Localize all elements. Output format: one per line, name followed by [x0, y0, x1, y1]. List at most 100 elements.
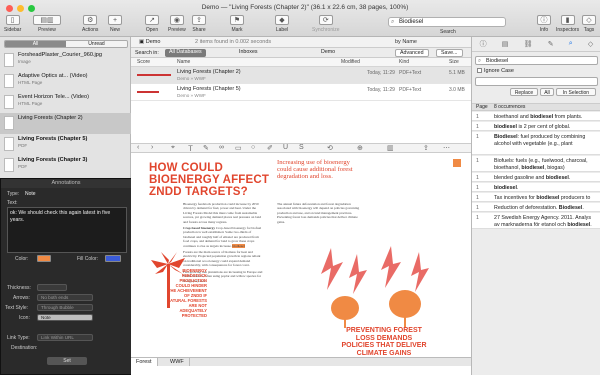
- share-icon[interactable]: ⇪: [423, 144, 429, 152]
- sidebar-item-selected[interactable]: Living Forests (Chapter 2): [0, 113, 131, 134]
- tab-forest[interactable]: Forest: [131, 358, 158, 366]
- thickness-label: Thickness:: [7, 285, 31, 291]
- col-name[interactable]: Name: [177, 58, 190, 67]
- search-icon: ⌕: [391, 19, 395, 25]
- inspectors-toolbar-button[interactable]: ▮ Inspectors: [556, 15, 579, 33]
- highlight-tool-icon[interactable]: ✎: [203, 144, 209, 152]
- col-score[interactable]: Score: [137, 58, 150, 67]
- text-style-select[interactable]: Through Bubble: [37, 304, 93, 311]
- mark-toolbar-button[interactable]: ⚑ Mark: [230, 15, 244, 33]
- scope-inboxes[interactable]: Inboxes: [235, 49, 262, 57]
- actions-toolbar-button[interactable]: ⚙ Actions: [82, 15, 98, 33]
- back-icon[interactable]: ‹: [137, 144, 139, 151]
- zoom-window-button[interactable]: [28, 5, 35, 12]
- tags-tab-icon[interactable]: ◇: [588, 40, 593, 48]
- new-toolbar-button[interactable]: + New: [108, 15, 122, 33]
- inspector-tabs: ⓘ ▤ ⛓ ✎ ⌕ ◇: [472, 37, 600, 52]
- sidebar-item[interactable]: Adaptive Optics at... (Video) HTML Page: [0, 71, 131, 92]
- result-snippet: Biofuels: fuels (e.g., fuelwood, charcoa…: [494, 158, 588, 171]
- text-tool-icon[interactable]: Ｔ: [187, 144, 194, 154]
- icon-select[interactable]: Note: [37, 314, 93, 321]
- preview-toolbar-button[interactable]: ▤▥ Preview: [33, 15, 61, 33]
- toolbar: Demo — "Living Forests (Chapter 2)" (36.…: [0, 0, 600, 37]
- search-result-item[interactable]: 1 27 Swedish Energy Agency. 2011. Analys …: [472, 213, 600, 229]
- save-search-button[interactable]: Save...: [436, 49, 463, 57]
- replace-button[interactable]: Replace: [510, 88, 538, 96]
- color-swatch[interactable]: [37, 255, 51, 262]
- links-tab-icon[interactable]: ⛓: [524, 40, 533, 48]
- info-toolbar-button[interactable]: ⓘ Info: [537, 15, 551, 33]
- search-result-item[interactable]: 1 blended gasoline and biodiesel.: [472, 173, 600, 182]
- find-input[interactable]: ⌕ Biodiesel: [475, 56, 598, 65]
- replace-input[interactable]: [475, 77, 598, 86]
- link-type-select[interactable]: Link Within URL: [37, 334, 93, 341]
- ignore-case-checkbox[interactable]: Ignore Case: [477, 68, 514, 75]
- thickness-field[interactable]: [37, 284, 67, 291]
- preview-doc-button[interactable]: ◉ Preview: [168, 15, 186, 33]
- col-kind[interactable]: Kind: [399, 58, 409, 67]
- highlight-annotation[interactable]: biodiesel: [232, 243, 245, 248]
- note-tool-icon[interactable]: ▭: [235, 144, 242, 152]
- col-modified[interactable]: Modified: [341, 58, 360, 67]
- search-result-item[interactable]: 1 Biofuels: fuels (e.g., fuelwood, charco…: [472, 156, 600, 172]
- scope-demo[interactable]: Demo: [317, 49, 339, 57]
- search-result-item[interactable]: 1 Tax incentives for biodiesel producers …: [472, 193, 600, 202]
- search-result-item[interactable]: 1 biodiesel is 2 per cent of global.: [472, 122, 600, 131]
- document-tab-icon[interactable]: ▤: [502, 40, 509, 48]
- selection-tool-icon[interactable]: ⌖: [171, 144, 175, 152]
- share-toolbar-button[interactable]: ⇪ Share: [192, 15, 206, 33]
- advanced-button[interactable]: Advanced: [395, 49, 429, 57]
- toolbar-search-input[interactable]: ⌕ Biodiesel: [388, 17, 506, 27]
- zoom-icon[interactable]: ⊕: [357, 144, 363, 152]
- rotate-icon[interactable]: ⟲: [327, 144, 333, 152]
- label-toolbar-button[interactable]: ◆ Label: [275, 15, 289, 33]
- search-result-item[interactable]: 1 bioethanol and biodiesel from plants.: [472, 112, 600, 121]
- arrows-select[interactable]: No both ends: [37, 294, 93, 301]
- minimize-window-button[interactable]: [17, 5, 24, 12]
- big-pull-quote: PREVENTING FOREST LOSS DEMANDS POLICIES …: [341, 327, 427, 357]
- segment-all[interactable]: All: [5, 41, 66, 47]
- sidebar-item[interactable]: ForsheadPlaster_Courier_960.jpg Image: [0, 50, 131, 71]
- annotation-note-icon[interactable]: [453, 159, 461, 167]
- link-tool-icon[interactable]: ∞: [219, 144, 224, 151]
- tab-wwf[interactable]: WWF: [165, 358, 190, 366]
- open-toolbar-button[interactable]: ↗ Open: [145, 15, 159, 33]
- close-window-button[interactable]: [6, 5, 13, 12]
- synchronize-toolbar-button[interactable]: ⟳ Synchronize: [312, 15, 340, 33]
- search-result-item[interactable]: 1 Biodiesel: fuel produced by combining a…: [472, 132, 600, 155]
- table-row[interactable]: Living Forests (Chapter 2) Demo » WWF To…: [131, 67, 471, 84]
- tags-toolbar-button[interactable]: ◇ Tags: [582, 15, 596, 33]
- sidebar-toolbar-button[interactable]: ▯ Sidebar: [4, 15, 21, 33]
- more-icon[interactable]: ⋯: [443, 144, 450, 152]
- set-button[interactable]: Set: [47, 357, 87, 365]
- annotations-tab-icon[interactable]: ✎: [548, 40, 554, 48]
- annotation-text-field[interactable]: ok: We should check this again latest in…: [7, 207, 127, 253]
- tag-icon: ◇: [582, 15, 596, 25]
- search-result-item[interactable]: 1 Reduction of deforestation. Biodiesel.: [472, 203, 600, 212]
- page-layout-icon[interactable]: ▥: [387, 144, 394, 152]
- replace-in-selection-button[interactable]: In Selection: [556, 88, 596, 96]
- ink-tool-icon[interactable]: ✐: [267, 144, 273, 152]
- shape-tool-icon[interactable]: ○: [251, 144, 255, 151]
- col-size[interactable]: Size: [449, 58, 459, 67]
- path-label[interactable]: Demo: [146, 39, 161, 45]
- result-snippet: Tax incentives for biodiesel producers t…: [494, 195, 591, 201]
- fill-color-swatch[interactable]: [105, 255, 121, 262]
- forward-icon[interactable]: ›: [151, 144, 153, 151]
- strike-tool-icon[interactable]: S: [299, 144, 304, 151]
- sidebar-item[interactable]: Living Forests (Chapter 5) PDF: [0, 134, 131, 155]
- info-tab-icon[interactable]: ⓘ: [480, 39, 487, 49]
- replace-all-button[interactable]: All: [540, 88, 554, 96]
- underline-tool-icon[interactable]: U: [283, 144, 288, 151]
- segment-unread[interactable]: Unread: [66, 41, 127, 47]
- sidebar-item[interactable]: Living Forests (Chapter 3) PDF: [0, 155, 131, 176]
- table-row[interactable]: Living Forests (Chapter 5) Demo » WWF To…: [131, 84, 471, 101]
- sidebar-item[interactable]: Event Horizon Tele... (Video) HTML Page: [0, 92, 131, 113]
- search-result-item[interactable]: 1 biodiesel.: [472, 183, 600, 192]
- result-page-number: 1: [476, 175, 479, 181]
- flag-icon: ⚑: [230, 15, 244, 25]
- sort-select[interactable]: by Name: [395, 37, 417, 48]
- destination-label: Destination:: [11, 345, 38, 351]
- scope-all-databases[interactable]: All Databases: [165, 49, 206, 57]
- search-tab-icon[interactable]: ⌕: [569, 40, 573, 48]
